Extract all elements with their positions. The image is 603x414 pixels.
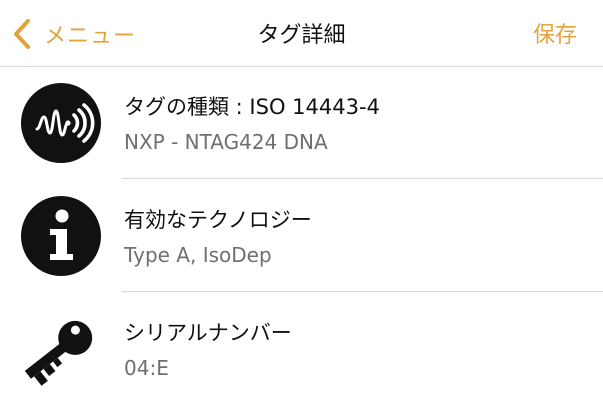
list-item-tag-type: タグの種類 : ISO 14443-4 NXP - NTAG424 DNA — [0, 67, 603, 179]
serial-number-title: シリアルナンバー — [124, 321, 292, 345]
divider — [122, 178, 603, 179]
divider — [122, 291, 603, 292]
list-item-technologies: 有効なテクノロジー Type A, IsoDep — [0, 180, 603, 292]
chevron-left-icon — [14, 19, 30, 49]
save-button[interactable]: 保存 — [533, 17, 577, 49]
tag-detail-screen: メニュー タグ詳細 保存 タグの種類 : ISO 14443-4 NXP - N… — [0, 0, 603, 414]
list-item-serial-number: シリアルナンバー 04:E — [0, 293, 603, 405]
technologies-title: 有効なテクノロジー — [124, 208, 312, 232]
redacted-overlay — [172, 353, 344, 383]
tag-type-title: タグの種類 : ISO 14443-4 — [124, 95, 380, 119]
nfc-icon — [21, 83, 101, 163]
tag-type-value: NXP - NTAG424 DNA — [124, 130, 328, 154]
back-button-label: メニュー — [44, 24, 137, 49]
serial-number-value: 04:E — [124, 356, 169, 380]
info-icon — [21, 196, 101, 276]
technologies-value: Type A, IsoDep — [124, 243, 272, 267]
back-button[interactable]: メニュー — [10, 14, 136, 54]
navigation-bar: メニュー タグ詳細 保存 — [0, 0, 603, 67]
key-icon — [21, 309, 101, 389]
